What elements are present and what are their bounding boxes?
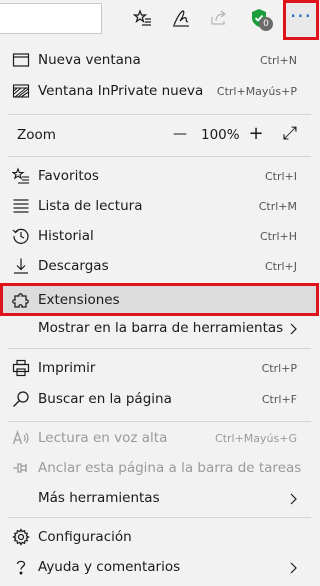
zoom-control-row: Zoom — 100% + ⤢ xyxy=(0,120,319,150)
ellipsis-icon: ··· xyxy=(289,4,313,28)
window-icon xyxy=(12,51,30,69)
reading-list-icon xyxy=(12,197,30,215)
inprivate-window-icon xyxy=(12,82,30,100)
favorites-list-icon xyxy=(11,167,30,185)
chevron-right-icon xyxy=(287,560,299,574)
divider xyxy=(8,114,311,115)
menu-item-new-window[interactable]: Nueva ventana Ctrl+N xyxy=(0,45,319,75)
chevron-right-icon xyxy=(287,321,299,335)
menu-item-print[interactable]: Imprimir Ctrl+P xyxy=(0,353,319,383)
search-icon xyxy=(12,390,30,408)
pin-icon xyxy=(12,459,30,477)
zoom-out-button[interactable]: — xyxy=(170,124,190,144)
fullscreen-icon[interactable]: ⤢ xyxy=(280,124,300,144)
divider xyxy=(8,156,311,157)
menu-item-pin-to-taskbar: Anclar esta página a la barra de tareas xyxy=(0,453,319,483)
address-bar[interactable] xyxy=(0,3,102,34)
puzzle-piece-icon xyxy=(12,291,30,309)
menu-item-history[interactable]: Historial Ctrl+H xyxy=(0,221,319,251)
pen-notes-icon[interactable] xyxy=(169,6,193,30)
gear-icon xyxy=(12,528,30,546)
share-icon[interactable] xyxy=(207,6,231,30)
divider xyxy=(8,421,311,422)
menu-item-new-inprivate-window[interactable]: Ventana InPrivate nueva Ctrl+Mayús+P xyxy=(0,76,319,106)
history-icon xyxy=(12,227,30,245)
menu-item-find-on-page[interactable]: Buscar en la página Ctrl+F xyxy=(0,384,319,414)
settings-and-more-button[interactable]: ··· xyxy=(283,0,319,40)
zoom-label: Zoom xyxy=(17,127,56,143)
settings-menu: Nueva ventana Ctrl+N Ventana InPrivate n… xyxy=(0,40,319,586)
favorites-star-icon[interactable] xyxy=(131,6,155,30)
shield-extension-icon[interactable]: 0 xyxy=(247,6,273,31)
menu-item-help-and-feedback[interactable]: Ayuda y comentarios xyxy=(0,552,319,582)
browser-toolbar: 0 ··· xyxy=(0,0,319,40)
help-icon xyxy=(12,558,30,576)
printer-icon xyxy=(12,359,30,377)
menu-item-settings[interactable]: Configuración xyxy=(0,522,319,552)
menu-item-extensions[interactable]: Extensiones xyxy=(0,283,319,316)
menu-item-show-in-toolbar[interactable]: Mostrar en la barra de herramientas xyxy=(0,313,319,343)
menu-item-read-aloud: Lectura en voz alta Ctrl+Mayús+G xyxy=(0,423,319,453)
extension-badge-count: 0 xyxy=(259,17,273,31)
chevron-right-icon xyxy=(287,491,299,505)
menu-item-favorites[interactable]: Favoritos Ctrl+I xyxy=(0,161,319,191)
read-aloud-icon xyxy=(12,429,30,447)
menu-item-reading-list[interactable]: Lista de lectura Ctrl+M xyxy=(0,191,319,221)
download-icon xyxy=(12,257,30,275)
menu-item-downloads[interactable]: Descargas Ctrl+J xyxy=(0,251,319,281)
menu-item-more-tools[interactable]: Más herramientas xyxy=(0,483,319,513)
divider xyxy=(8,517,311,518)
zoom-level-value: 100% xyxy=(201,127,240,143)
divider xyxy=(8,348,311,349)
zoom-in-button[interactable]: + xyxy=(246,124,266,144)
